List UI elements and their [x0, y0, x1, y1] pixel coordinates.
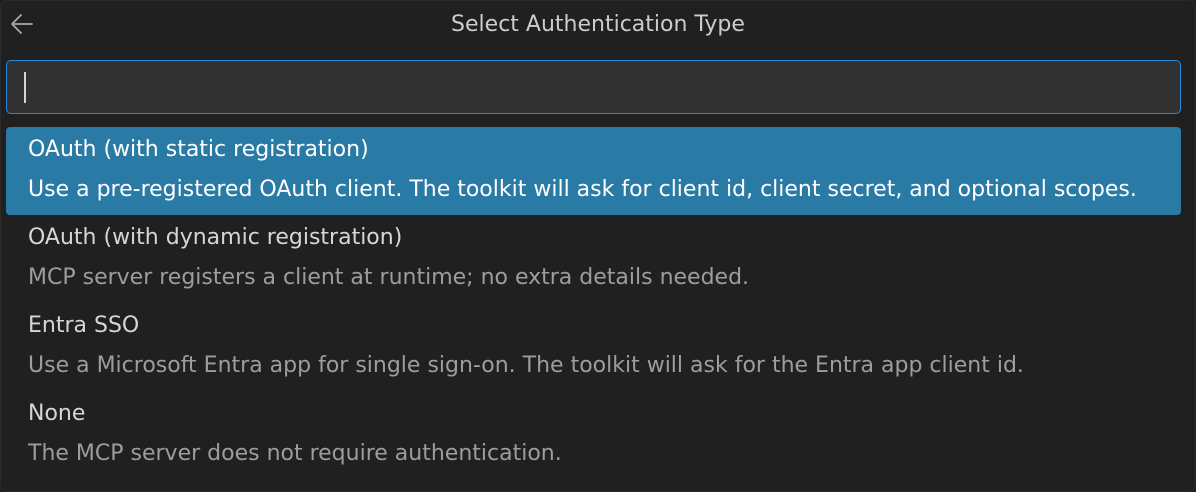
- quick-pick-dialog: Select Authentication Type OAuth (with s…: [0, 0, 1196, 492]
- option-label: OAuth (with dynamic registration): [28, 225, 403, 250]
- option-none[interactable]: None The MCP server does not require aut…: [6, 391, 1181, 479]
- option-label: OAuth (with static registration): [28, 137, 369, 162]
- option-description: Use a Microsoft Entra app for single sig…: [28, 353, 1024, 378]
- dialog-title: Select Authentication Type: [451, 12, 745, 37]
- search-input[interactable]: [7, 61, 1180, 113]
- search-input-container[interactable]: [6, 60, 1181, 114]
- option-oauth-dynamic[interactable]: OAuth (with dynamic registration) MCP se…: [6, 215, 1181, 303]
- quick-pick-header: Select Authentication Type: [1, 1, 1195, 49]
- option-description: Use a pre-registered OAuth client. The t…: [28, 177, 1137, 202]
- option-label: None: [28, 401, 86, 426]
- option-description: MCP server registers a client at runtime…: [28, 265, 750, 290]
- text-caret: [24, 72, 26, 103]
- option-description: The MCP server does not require authenti…: [28, 441, 562, 466]
- option-oauth-static[interactable]: OAuth (with static registration) Use a p…: [6, 127, 1181, 215]
- option-label: Entra SSO: [28, 313, 140, 338]
- option-entra-sso[interactable]: Entra SSO Use a Microsoft Entra app for …: [6, 303, 1181, 391]
- options-list: OAuth (with static registration) Use a p…: [6, 127, 1181, 479]
